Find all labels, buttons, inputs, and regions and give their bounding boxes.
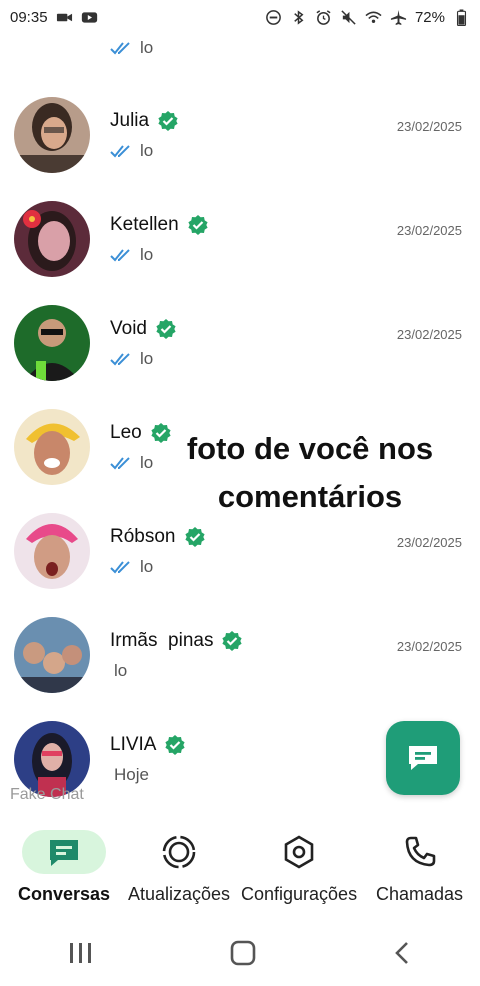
nav-item-configuracoes[interactable]: Configurações	[241, 830, 357, 905]
chat-list: lo Julia 23/02/2025 lo Ketellen 23/02/20…	[0, 0, 480, 820]
verified-badge-icon	[187, 214, 209, 236]
nav-label: Configurações	[241, 884, 358, 904]
wifi-icon	[365, 9, 382, 26]
message-preview: lo	[110, 349, 153, 369]
bluetooth-icon	[290, 9, 307, 26]
avatar[interactable]	[14, 305, 90, 381]
nav-label: Atualizações	[128, 884, 231, 904]
verified-badge-icon	[184, 526, 206, 548]
new-chat-icon	[409, 746, 437, 770]
message-preview: lo	[110, 453, 153, 473]
nav-label: Conversas	[18, 884, 111, 904]
contact-name: Void	[110, 318, 147, 339]
chat-row[interactable]: Julia 23/02/2025 lo	[0, 83, 480, 187]
double-check-icon	[110, 144, 132, 158]
status-icon	[162, 835, 196, 869]
contact-name: Leo	[110, 422, 142, 443]
double-check-icon	[110, 456, 132, 470]
system-navigation-bar	[0, 920, 480, 986]
avatar[interactable]	[14, 201, 90, 277]
double-check-icon	[110, 248, 132, 262]
message-preview: Hoje	[114, 765, 149, 785]
new-chat-button[interactable]	[386, 721, 460, 795]
status-time: 09:35	[10, 8, 48, 26]
message-preview: lo	[110, 245, 153, 265]
preview-text: lo	[140, 141, 154, 160]
verified-badge-icon	[221, 630, 243, 652]
preview-text: Hoje	[114, 765, 149, 784]
chat-row[interactable]: Ketellen 23/02/2025 lo	[0, 187, 480, 291]
chat-date: 23/02/2025	[396, 119, 462, 134]
overlay-caption: foto de você nos comentários	[186, 431, 434, 514]
nav-item-atualizacoes[interactable]: Atualizações	[128, 830, 230, 905]
battery-percent: 72%	[414, 8, 445, 26]
verified-badge-icon	[155, 318, 177, 340]
mute-icon	[340, 9, 357, 26]
bottom-navigation: Conversas Atualizações Configurações Cha…	[0, 820, 480, 920]
preview-text: lo	[114, 661, 128, 680]
avatar[interactable]	[14, 409, 90, 485]
contact-name: Ketellen	[110, 214, 179, 235]
nav-item-conversas[interactable]: Conversas	[18, 830, 110, 905]
recent-apps-button[interactable]	[68, 941, 94, 965]
contact-name: Julia	[110, 110, 150, 131]
chat-date: 23/02/2025	[396, 535, 462, 550]
home-icon	[230, 940, 256, 966]
airplane-mode-icon	[390, 9, 407, 26]
video-camera-icon	[56, 9, 73, 26]
contact-name: LIVIA	[110, 734, 157, 755]
do-not-disturb-icon	[265, 9, 282, 26]
phone-icon	[405, 836, 435, 867]
message-preview: lo	[110, 557, 153, 577]
preview-text: lo	[140, 245, 154, 264]
preview-text: lo	[140, 557, 154, 576]
chat-icon	[50, 840, 79, 866]
preview-text: lo	[140, 38, 154, 57]
nav-label: Chamadas	[376, 884, 464, 904]
double-check-icon	[110, 352, 132, 366]
message-preview: lo	[114, 661, 127, 681]
message-preview: lo	[110, 38, 153, 58]
avatar[interactable]	[14, 617, 90, 693]
chat-date: 23/02/2025	[396, 327, 462, 342]
status-bar: 09:35 72%	[0, 0, 480, 34]
avatar[interactable]	[14, 97, 90, 173]
contact-name: Róbson	[110, 526, 176, 547]
youtube-icon	[81, 9, 98, 26]
watermark-text: Fake Chat	[10, 786, 84, 803]
preview-text: lo	[140, 349, 154, 368]
nav-item-chamadas[interactable]: Chamadas	[376, 830, 463, 905]
chat-row[interactable]: Irmãs pinas 23/02/2025 lo	[0, 603, 480, 707]
battery-icon	[453, 8, 470, 26]
double-check-icon	[110, 560, 132, 574]
back-icon	[395, 942, 408, 964]
contact-name: Irmãs pinas	[110, 630, 214, 651]
chat-date: 23/02/2025	[396, 223, 462, 238]
verified-badge-icon	[157, 110, 179, 132]
back-button[interactable]	[392, 940, 412, 966]
verified-badge-icon	[164, 734, 186, 756]
chat-date: 23/02/2025	[396, 639, 462, 654]
settings-icon	[284, 835, 314, 869]
chat-row[interactable]: Void 23/02/2025 lo	[0, 291, 480, 395]
alarm-icon	[315, 9, 332, 26]
message-preview: lo	[110, 141, 153, 161]
double-check-icon	[110, 41, 132, 55]
recent-apps-icon	[70, 943, 91, 963]
home-button[interactable]	[230, 940, 256, 966]
avatar[interactable]	[14, 513, 90, 589]
